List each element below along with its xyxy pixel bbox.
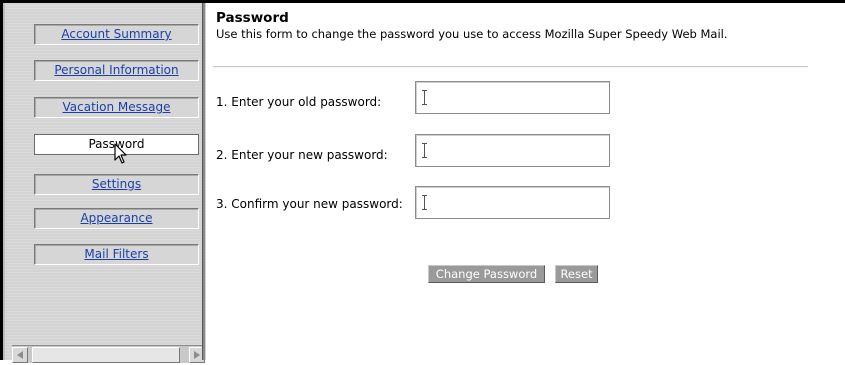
reset-button[interactable]: Reset (555, 265, 598, 283)
new-password-input[interactable] (415, 134, 610, 167)
sidebar-item-appearance[interactable]: Appearance (34, 208, 199, 229)
sidebar-item-vacation-message[interactable]: Vacation Message (34, 97, 199, 118)
sidebar-item-mail-filters[interactable]: Mail Filters (34, 244, 199, 265)
new-password-label: 2. Enter your new password: (216, 148, 388, 162)
scroll-thumb[interactable] (32, 347, 180, 363)
sidebar: Account Summary Personal Information Vac… (3, 3, 205, 363)
main-content: Password Use this form to change the pas… (206, 3, 845, 360)
sidebar-item-personal-information[interactable]: Personal Information (34, 60, 199, 81)
change-password-button[interactable]: Change Password (428, 265, 545, 283)
scroll-left-arrow-icon[interactable] (12, 347, 28, 363)
sidebar-item-account-summary[interactable]: Account Summary (34, 24, 199, 45)
sidebar-item-settings[interactable]: Settings (34, 174, 199, 195)
confirm-password-input[interactable] (415, 186, 610, 219)
text-cursor-icon (422, 195, 427, 210)
sidebar-horizontal-scrollbar[interactable] (12, 345, 205, 363)
confirm-password-label: 3. Confirm your new password: (216, 197, 403, 211)
page-title: Password (216, 10, 289, 26)
text-cursor-icon (422, 90, 427, 105)
mouse-cursor-icon (114, 143, 127, 164)
old-password-label: 1. Enter your old password: (216, 95, 382, 109)
title-divider (213, 66, 808, 68)
page-description: Use this form to change the password you… (216, 27, 728, 41)
old-password-input[interactable] (415, 81, 610, 114)
text-cursor-icon (422, 143, 427, 158)
